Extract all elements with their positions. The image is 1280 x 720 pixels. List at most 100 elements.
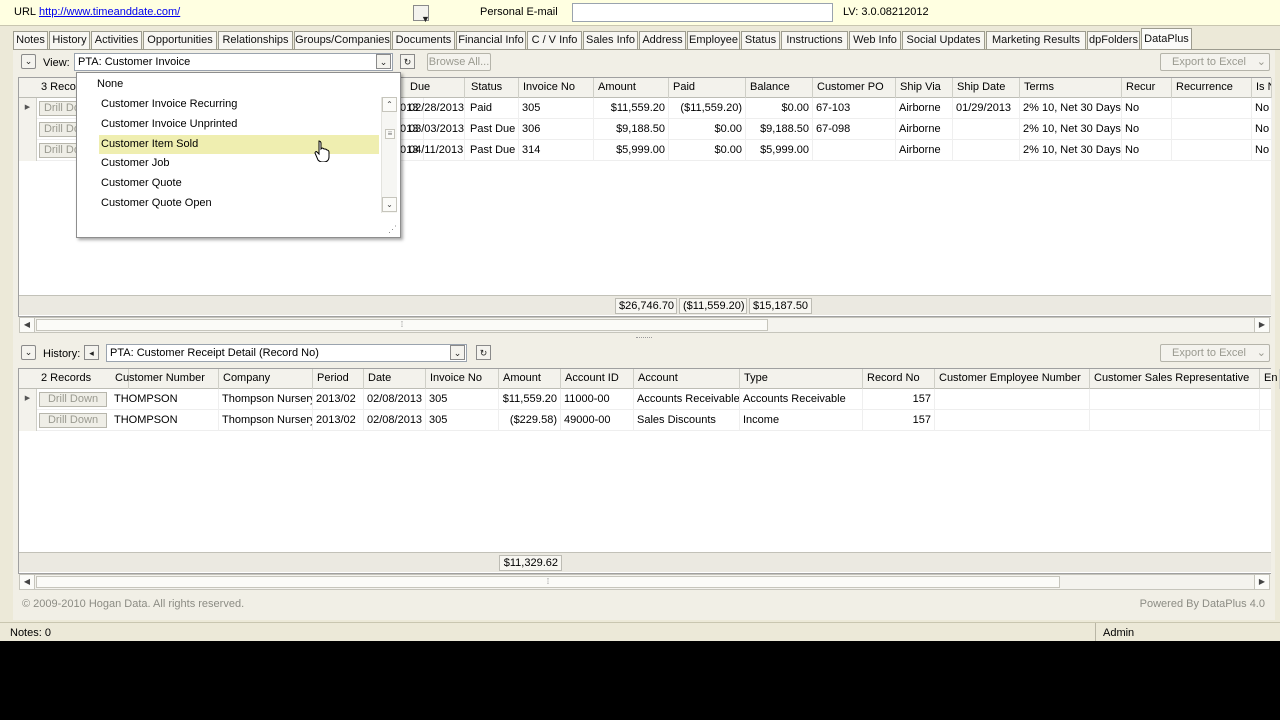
splitter-handle[interactable] [636,337,652,340]
terms-cell: 2% 10, Net 30 Days [1020,98,1122,119]
column-header[interactable]: Amount [499,369,561,389]
receipt-grid-hscrollbar[interactable]: ◀ ⁞ ▶ [19,574,1270,590]
column-header[interactable]: Ship Date [953,78,1020,98]
row-selector[interactable]: ▶ [19,98,37,119]
tab-instructions[interactable]: Instructions [781,31,848,50]
url-link[interactable]: http://www.timeanddate.com/ [39,6,180,18]
tab-social-updates[interactable]: Social Updates [902,31,985,50]
refresh-history-icon[interactable]: ↻ [476,345,491,360]
tab-sales-info[interactable]: Sales Info [583,31,638,50]
column-header[interactable]: Customer Number [111,369,219,389]
scroll-right-icon[interactable]: ▶ [1254,317,1270,333]
scroll-thumb[interactable]: ⁞ [36,319,768,331]
personal-email-field[interactable] [572,3,833,22]
tab-employee[interactable]: Employee [687,31,740,50]
tab-address[interactable]: Address [639,31,686,50]
dropdown-option[interactable]: Customer Invoice Recurring [101,95,237,114]
column-header[interactable]: Customer PO [813,78,896,98]
column-header[interactable]: Paid [669,78,746,98]
scroll-left-icon[interactable]: ◀ [19,574,35,590]
browse-all-button[interactable]: Browse All... [427,53,491,71]
chevron-down-icon[interactable]: ⌄ [450,345,465,360]
dropdown-vscrollbar[interactable]: ⌃ ≡ ⌄ [381,97,397,213]
scroll-thumb[interactable]: ⁞ [36,576,1060,588]
row-selector[interactable] [19,410,37,431]
column-header[interactable]: Record No [863,369,935,389]
column-header[interactable]: Type [740,369,863,389]
column-header[interactable]: Status [467,78,519,98]
view-select[interactable]: PTA: Customer Invoice ⌄ [74,53,393,71]
dropdown-option[interactable]: Customer Job [101,154,169,173]
tab-financial-info[interactable]: Financial Info [456,31,526,50]
dropdown-option-none[interactable]: None [97,75,123,94]
drill-down-button[interactable]: Drill Down [39,413,107,428]
table-row[interactable]: ▶ Drill Down THOMPSON Thompson Nursery 2013/… [19,389,1271,410]
scroll-left-icon[interactable]: ◀ [19,317,35,333]
column-header[interactable]: Invoice No [426,369,499,389]
tab-documents[interactable]: Documents [392,31,455,50]
dropdown-option[interactable]: Customer Quote [101,174,182,193]
column-header[interactable]: Customer Sales Representative [1090,369,1260,389]
column-header[interactable]: Recurrence [1172,78,1252,98]
refresh-view-icon[interactable]: ↻ [400,54,415,69]
column-header[interactable]: Balance [746,78,813,98]
history-export-to-excel-button[interactable]: Export to Excel ⌄ [1160,344,1270,362]
view-dropdown-list[interactable]: None Customer Invoice Recurring Customer … [76,72,401,238]
back-arrow-icon[interactable]: ◂ [84,345,99,360]
scroll-down-icon[interactable]: ⌄ [382,197,397,212]
column-header[interactable]: Recur [1122,78,1172,98]
scroll-thumb[interactable]: ≡ [385,129,395,139]
row-selector[interactable]: ▶ [19,389,37,410]
row-selector[interactable] [19,140,37,161]
column-header[interactable]: Account ID [561,369,634,389]
collapse-history-button[interactable]: ⌄ [21,345,36,360]
column-header[interactable]: Due [406,78,465,98]
empty-cell [1090,389,1260,410]
tab-notes[interactable]: Notes [13,31,48,50]
drill-down-button[interactable]: Drill Down [39,392,107,407]
resize-grip-icon[interactable]: ⋰ [388,224,397,235]
column-header[interactable]: Company [219,369,313,389]
tab-history[interactable]: History [49,31,90,50]
scroll-up-icon[interactable]: ⌃ [382,97,397,112]
collapse-view-button[interactable]: ⌄ [21,54,36,69]
tab-c-v-info[interactable]: C / V Info [527,31,582,50]
tab-opportunities[interactable]: Opportunities [143,31,217,50]
row-selector[interactable] [19,119,37,140]
column-header[interactable]: Invoice No [519,78,594,98]
url-dropdown-button[interactable]: ▼ [413,5,430,24]
history-select[interactable]: PTA: Customer Receipt Detail (Record No)… [106,344,467,362]
tab-dpfolders[interactable]: dpFolders [1087,31,1140,50]
column-header[interactable]: Ship Via [896,78,953,98]
column-header[interactable]: Is N [1252,78,1272,98]
tab-groups-companies[interactable]: Groups/Companies [294,31,391,50]
tab-dataplus[interactable]: DataPlus [1141,28,1192,51]
tab-web-info[interactable]: Web Info [849,31,901,50]
scroll-right-icon[interactable]: ▶ [1254,574,1270,590]
column-header[interactable]: En [1260,369,1280,389]
column-header[interactable]: Account [634,369,740,389]
column-header[interactable]: Date [364,369,426,389]
tab-marketing-results[interactable]: Marketing Results [986,31,1086,50]
column-header[interactable]: Amount [594,78,669,98]
column-header[interactable]: Customer Employee Number [935,369,1090,389]
tab-relationships[interactable]: Relationships [218,31,293,50]
tab-status[interactable]: Status [741,31,780,50]
chevron-down-icon[interactable]: ⌄ [376,54,391,69]
export-to-excel-button[interactable]: Export to Excel ⌄ [1160,53,1270,71]
record-no-cell: 157 [863,410,935,431]
column-header[interactable]: Period [313,369,364,389]
dropdown-option[interactable]: Customer Invoice Unprinted [101,115,237,134]
recur-cell: No [1122,119,1172,140]
due-cell: 04/11/2013 [406,140,465,161]
due-cell: 03/03/2013 [406,119,465,140]
history-select-value: PTA: Customer Receipt Detail (Record No) [110,347,319,359]
dropdown-option[interactable]: Customer Quote Open [101,194,212,213]
invoice-cell: 305 [519,98,594,119]
column-header[interactable]: Terms [1020,78,1122,98]
dropdown-option[interactable]: Customer Item Sold [99,134,379,154]
po-cell: 67-103 [813,98,896,119]
table-row[interactable]: Drill Down THOMPSON Thompson Nursery 2013/0… [19,410,1271,431]
invoice-grid-hscrollbar[interactable]: ◀ ⁞ ▶ [19,317,1270,333]
tab-activities[interactable]: Activities [91,31,142,50]
